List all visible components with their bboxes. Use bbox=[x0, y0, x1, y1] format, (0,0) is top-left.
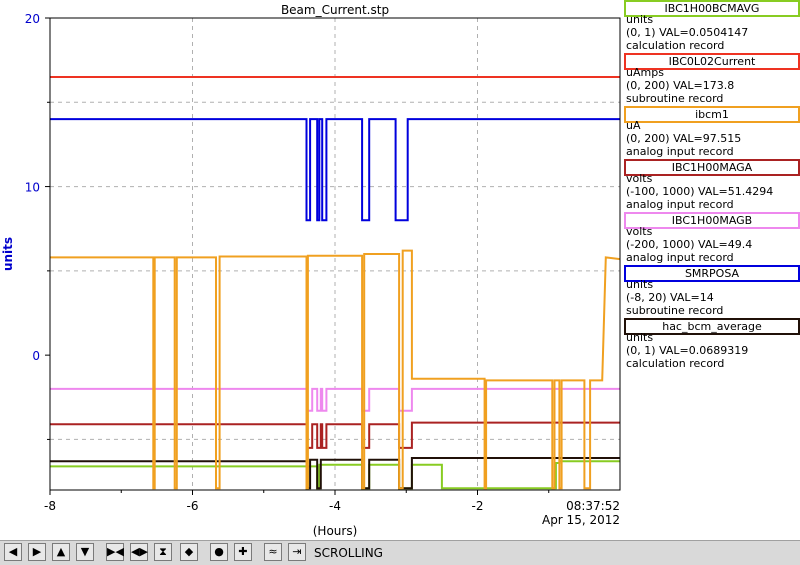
x-tick-label: -2 bbox=[472, 499, 484, 513]
legend-entry-range: (0, 200) VAL=97.515 bbox=[626, 132, 742, 145]
axes: -8 -6 -4 -2 0 10 20 bbox=[25, 12, 550, 513]
y-tick-label: 20 bbox=[25, 12, 40, 26]
legend-entry-units: uAmps bbox=[626, 66, 664, 79]
legend-entry-units: volts bbox=[626, 225, 653, 238]
add-button[interactable]: ✚ bbox=[234, 543, 252, 561]
y-tick-label: 0 bbox=[32, 349, 40, 363]
legend-entry-record: analog input record bbox=[626, 251, 734, 264]
legend-entry-range: (0, 1) VAL=0.0689319 bbox=[626, 344, 749, 357]
scroll-up-icon: ▲ bbox=[56, 545, 66, 558]
legend-entry-record: subroutine record bbox=[626, 92, 724, 105]
autoscale-icon: ≈ bbox=[268, 545, 278, 558]
y-tick-label: 10 bbox=[25, 181, 40, 195]
scroll-down-icon: ▼ bbox=[80, 545, 90, 558]
zoom-out-x-button[interactable]: ◀▶ bbox=[130, 543, 148, 561]
legend-entry-record: analog input record bbox=[626, 145, 734, 158]
autoscale-button[interactable]: ≈ bbox=[264, 543, 282, 561]
x-axis-label: (Hours) bbox=[313, 524, 358, 538]
legend-entry-units: uA bbox=[626, 119, 641, 132]
x-tick-label: -8 bbox=[44, 499, 56, 513]
scroll-left-button[interactable]: ◀ bbox=[4, 543, 22, 561]
legend-entry-range: (-8, 20) VAL=14 bbox=[626, 291, 714, 304]
legend-entry-range: (0, 1) VAL=0.0504147 bbox=[626, 26, 749, 39]
zoom-in-y-button[interactable]: ⧗ bbox=[154, 543, 172, 561]
zoom-in-x-button[interactable]: ▶◀ bbox=[106, 543, 124, 561]
scroll-right-icon: ▶ bbox=[32, 545, 42, 558]
mode-indicator: SCROLLING bbox=[314, 546, 383, 560]
legend-entry-record: calculation record bbox=[626, 357, 725, 370]
series-line-IBC1H00MAGB bbox=[50, 387, 620, 412]
grid bbox=[49, 18, 620, 490]
stop-button[interactable]: ● bbox=[210, 543, 228, 561]
x-tick-label: -4 bbox=[329, 499, 341, 513]
legend-entry-units: units bbox=[626, 13, 654, 26]
legend-entry-record: analog input record bbox=[626, 198, 734, 211]
chart-title: Beam_Current.stp bbox=[281, 3, 389, 17]
legend-entry-units: volts bbox=[626, 172, 653, 185]
x-tick-label: -6 bbox=[187, 499, 199, 513]
zoom-in-y-icon: ⧗ bbox=[159, 545, 167, 558]
stop-icon: ● bbox=[214, 545, 224, 558]
zoom-out-y-button[interactable]: ◆ bbox=[180, 543, 198, 561]
zoom-out-y-icon: ◆ bbox=[184, 545, 194, 558]
scroll-left-icon: ◀ bbox=[8, 545, 18, 558]
legend-entry-range: (0, 200) VAL=173.8 bbox=[626, 79, 735, 92]
go-live-button[interactable]: ⇥ bbox=[288, 543, 306, 561]
scroll-down-button[interactable]: ▼ bbox=[76, 543, 94, 561]
add-icon: ✚ bbox=[238, 545, 248, 558]
legend-entry-name: ibcm1 bbox=[624, 106, 800, 123]
legend-entry-units: units bbox=[626, 278, 654, 291]
y-axis-label: units bbox=[1, 237, 15, 271]
zoom-out-x-icon: ◀▶ bbox=[131, 545, 148, 558]
toolbar: ◀ ▶ ▲ ▼ ▶◀ ◀▶ ⧗ ◆ ● ✚ ≈ ⇥ SCROLLING bbox=[0, 540, 800, 565]
zoom-in-x-icon: ▶◀ bbox=[107, 545, 124, 558]
end-time: 08:37:52 bbox=[566, 499, 620, 513]
end-date: Apr 15, 2012 bbox=[542, 513, 620, 527]
legend-entry-range: (-200, 1000) VAL=49.4 bbox=[626, 238, 753, 251]
legend-entry-record: subroutine record bbox=[626, 304, 724, 317]
scroll-right-button[interactable]: ▶ bbox=[28, 543, 46, 561]
legend-entry-range: (-100, 1000) VAL=51.4294 bbox=[626, 185, 774, 198]
go-live-icon: ⇥ bbox=[292, 545, 302, 558]
legend-entry-units: units bbox=[626, 331, 654, 344]
legend-entry-record: calculation record bbox=[626, 39, 725, 52]
scroll-up-button[interactable]: ▲ bbox=[52, 543, 70, 561]
